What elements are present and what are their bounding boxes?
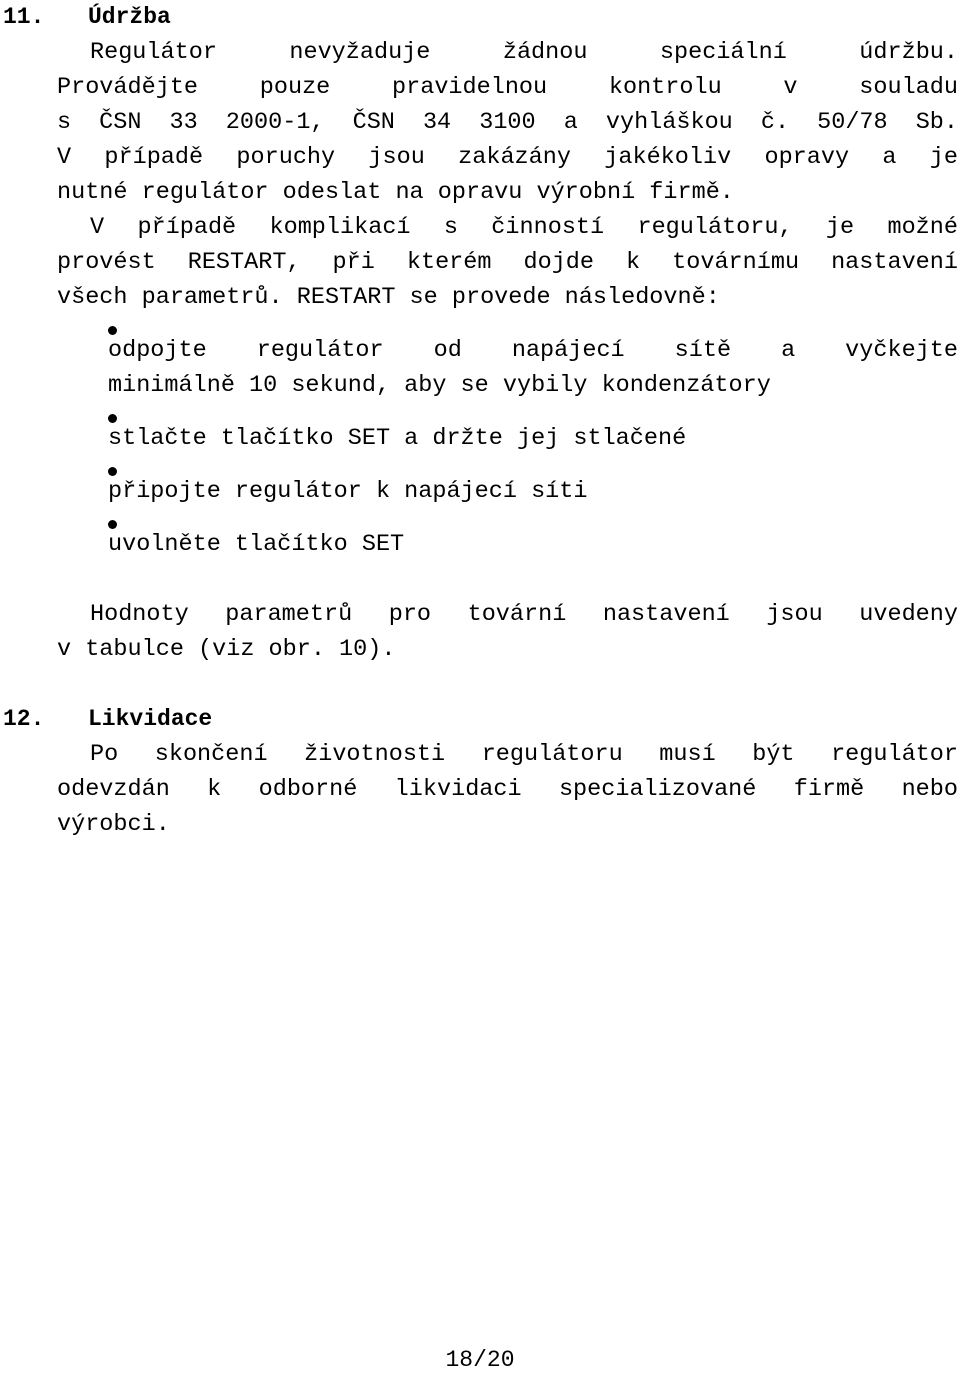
paragraph-line: Hodnoty parametrů pro tovární nastavení … xyxy=(90,601,958,628)
vertical-spacer xyxy=(3,667,958,702)
paragraph-line: Regulátor nevyžaduje žádnou speciální úd… xyxy=(90,39,958,66)
page-footer: 18/20 xyxy=(0,1345,960,1375)
vertical-spacer xyxy=(3,562,958,597)
paragraph-line: Provádějte pouze pravidelnou kontrolu v … xyxy=(57,74,958,101)
section-number-11: 11. xyxy=(3,4,45,30)
paragraph-maintenance-intro: Regulátor nevyžaduje žádnou speciální úd… xyxy=(57,35,958,210)
list-item-line: odpojte regulátor od napájecí sítě a vyč… xyxy=(108,337,958,364)
list-item-text: stlačte tlačítko SET a držte jej stlačen… xyxy=(108,421,958,456)
paragraph-line: V případě poruchy jsou zakázány jakékoli… xyxy=(57,144,958,171)
section-heading-11: 11. Údržba xyxy=(3,0,958,35)
bullet-dot-icon xyxy=(108,456,124,491)
list-item-text: odpojte regulátor od napájecí sítě a vyč… xyxy=(108,333,958,403)
paragraph-line: odevzdán k odborné likvidaci specializov… xyxy=(57,776,958,803)
restart-steps-list: odpojte regulátor od napájecí sítě a vyč… xyxy=(3,315,958,562)
paragraph-line: s ČSN 33 2000-1, ČSN 34 3100 a vyhláškou… xyxy=(57,109,958,136)
list-item: uvolněte tlačítko SET xyxy=(108,509,958,562)
section-title-11: Údržba xyxy=(88,4,171,30)
paragraph-disposal: Po skončení životnosti regulátoru musí b… xyxy=(57,737,958,842)
paragraph-line: v tabulce (viz obr. 10). xyxy=(57,636,396,663)
list-item-text: připojte regulátor k napájecí síti xyxy=(108,474,958,509)
paragraph-line: V případě komplikací s činností reguláto… xyxy=(90,214,958,241)
list-item-line: připojte regulátor k napájecí síti xyxy=(108,478,588,505)
list-item: stlačte tlačítko SET a držte jej stlačen… xyxy=(108,403,958,456)
section-number-12: 12. xyxy=(3,706,45,732)
list-item-line: minimálně 10 sekund, aby se vybily konde… xyxy=(108,372,771,399)
page-number: 18/20 xyxy=(445,1347,515,1373)
document-page: 11. Údržba Regulátor nevyžaduje žádnou s… xyxy=(0,0,960,1383)
list-item-text: uvolněte tlačítko SET xyxy=(108,527,958,562)
paragraph-line: nutné regulátor odeslat na opravu výrobn… xyxy=(57,179,734,206)
paragraph-line: všech parametrů. RESTART se provede násl… xyxy=(57,284,720,311)
section-title-12: Likvidace xyxy=(88,706,213,732)
paragraph-restart-intro: V případě komplikací s činností reguláto… xyxy=(57,210,958,315)
paragraph-line: Po skončení životnosti regulátoru musí b… xyxy=(90,741,958,768)
bullet-dot-icon xyxy=(108,315,124,350)
list-item-line: uvolněte tlačítko SET xyxy=(108,531,405,558)
paragraph-line: provést RESTART, při kterém dojde k tová… xyxy=(57,249,958,276)
list-item: odpojte regulátor od napájecí sítě a vyč… xyxy=(108,315,958,403)
bullet-dot-icon xyxy=(108,509,124,544)
list-item: připojte regulátor k napájecí síti xyxy=(108,456,958,509)
paragraph-factory-values: Hodnoty parametrů pro tovární nastavení … xyxy=(57,597,958,667)
list-item-line: stlačte tlačítko SET a držte jej stlačen… xyxy=(108,425,687,452)
section-heading-12: 12. Likvidace xyxy=(3,702,958,737)
paragraph-line: výrobci. xyxy=(57,811,170,838)
bullet-dot-icon xyxy=(108,403,124,438)
page-content: 11. Údržba Regulátor nevyžaduje žádnou s… xyxy=(3,0,958,842)
